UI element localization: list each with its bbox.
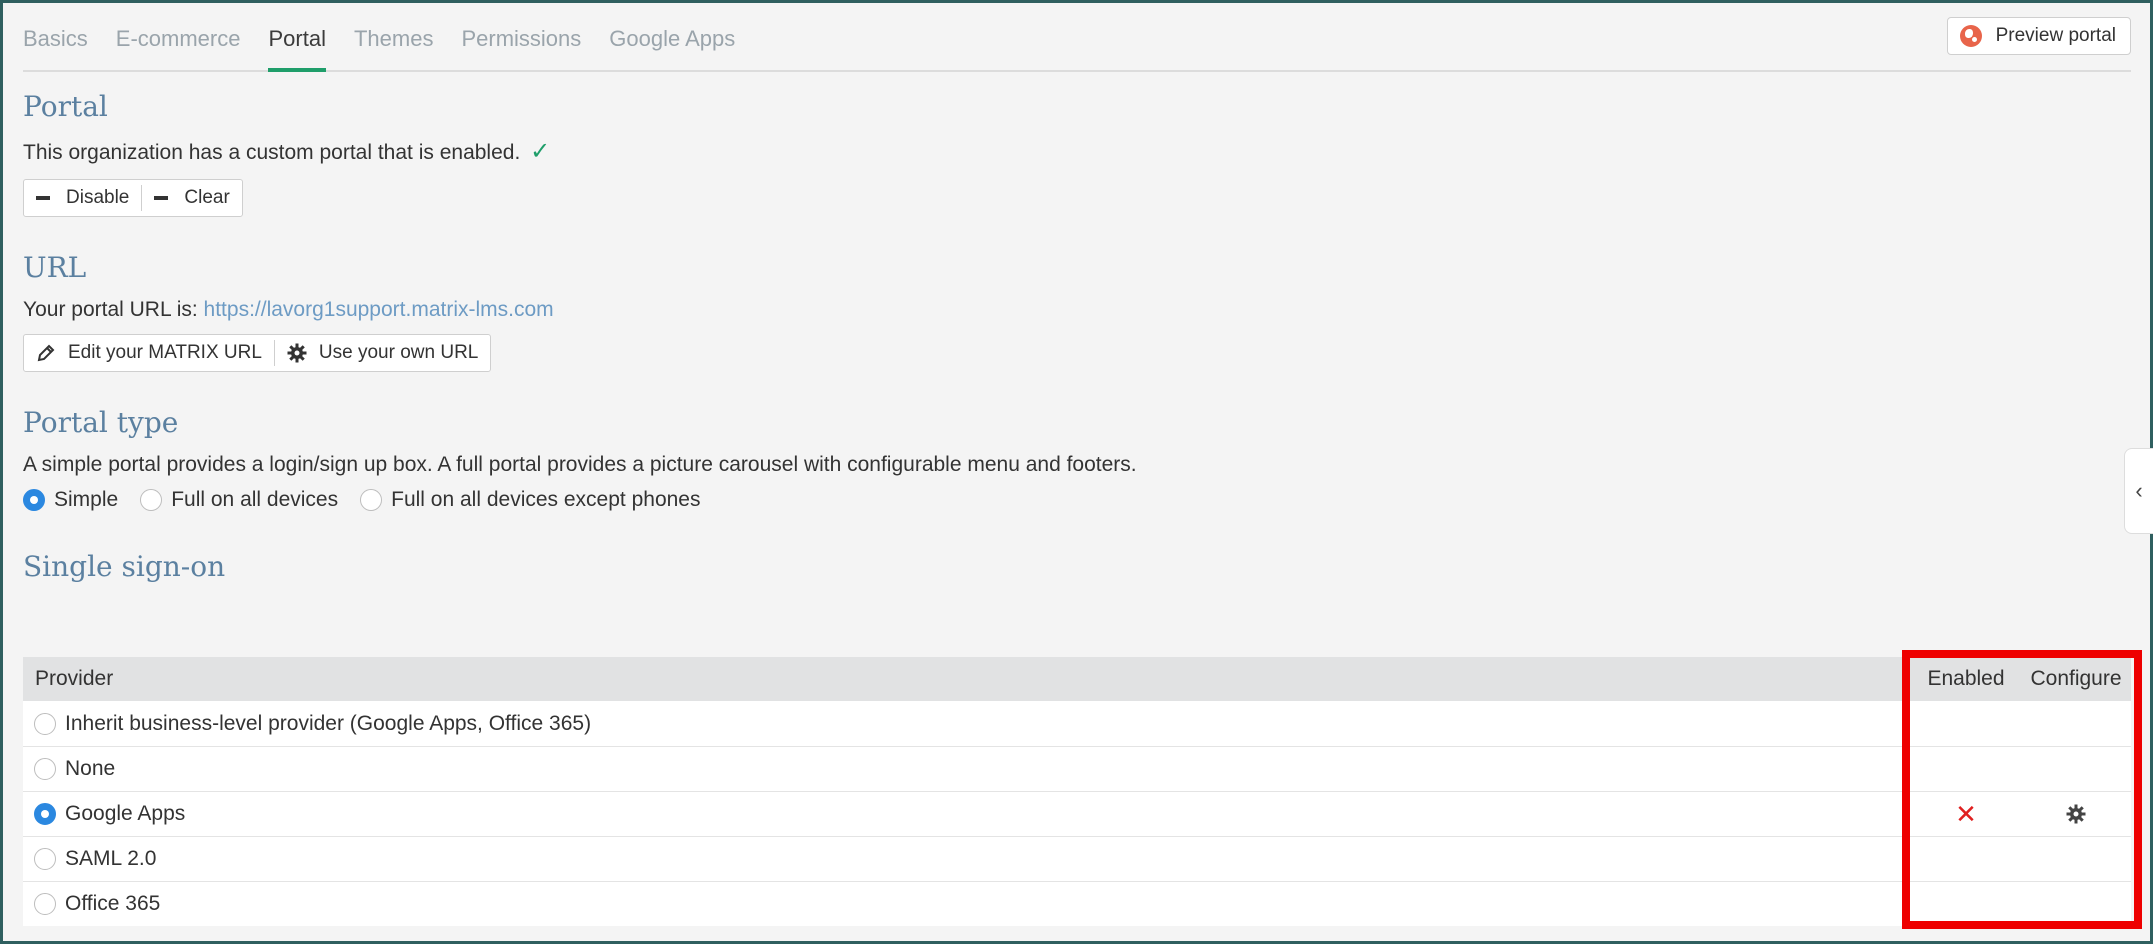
portal-type-description: A simple portal provides a login/sign up… — [23, 453, 1137, 476]
portal-type-full-except-phones[interactable]: Full on all devices except phones — [360, 488, 700, 512]
option-label: Simple — [54, 488, 119, 511]
provider-name: Inherit business-level provider (Google … — [65, 711, 592, 735]
portal-settings: Portal This organization has a custom po… — [23, 90, 2131, 583]
chevron-left-icon: ‹ — [2135, 478, 2143, 503]
tab-portal[interactable]: Portal — [268, 26, 327, 72]
radio-selected[interactable] — [23, 489, 45, 511]
disable-button[interactable]: Disable — [24, 180, 141, 216]
sso-table-header: Provider Enabled Configure — [23, 657, 2131, 701]
preview-portal-label: Preview portal — [1995, 25, 2116, 46]
clear-button[interactable]: Clear — [142, 180, 241, 216]
clear-label: Clear — [184, 187, 230, 208]
portal-url-line: Your portal URL is: https://lavorg1suppo… — [23, 298, 2131, 322]
provider-radio[interactable] — [34, 712, 56, 735]
provider-name: SAML 2.0 — [65, 847, 157, 870]
url-actions: Edit your MATRIX URL Use your own URL — [23, 334, 492, 372]
edit-matrix-url-label: Edit your MATRIX URL — [68, 342, 262, 363]
radio[interactable] — [140, 489, 163, 511]
portal-status-text: This organization has a custom portal th… — [23, 141, 521, 164]
portal-heading: Portal — [23, 90, 108, 123]
portal-type-options: Simple Full on all devices Full on all d… — [23, 488, 2131, 512]
provider-radio[interactable] — [34, 758, 56, 780]
portal-status: This organization has a custom portal th… — [23, 137, 2131, 166]
portal-actions: Disable Clear — [23, 179, 243, 217]
portal-type-full[interactable]: Full on all devices — [140, 488, 338, 512]
check-icon: ✓ — [530, 138, 551, 165]
table-row: Google Apps ✕ — [23, 791, 2131, 836]
provider-radio[interactable] — [34, 848, 56, 870]
edit-matrix-url-button[interactable]: Edit your MATRIX URL — [24, 335, 274, 371]
portal-url-prefix: Your portal URL is: — [23, 298, 198, 321]
tab-themes[interactable]: Themes — [354, 26, 433, 70]
pencil-icon — [37, 344, 55, 362]
provider-name: Google Apps — [65, 802, 186, 825]
table-row: None — [23, 746, 2131, 791]
use-own-url-label: Use your own URL — [318, 342, 479, 363]
gear-icon — [287, 343, 307, 363]
column-provider: Provider — [35, 667, 114, 690]
table-row: SAML 2.0 — [23, 836, 2131, 881]
url-heading: URL — [23, 251, 87, 284]
tab-ecommerce[interactable]: E-commerce — [116, 26, 241, 70]
portal-type-simple[interactable]: Simple — [23, 488, 118, 512]
minus-icon — [36, 196, 50, 200]
globe-icon — [1959, 25, 1982, 47]
highlight-box — [1902, 650, 2142, 929]
sso-rows: Inherit business-level provider (Google … — [23, 701, 2131, 926]
minus-icon — [154, 196, 169, 200]
provider-name: Office 365 — [65, 892, 161, 915]
option-label: Full on all devices except phones — [391, 488, 701, 511]
portal-type-heading: Portal type — [23, 406, 179, 439]
use-own-url-button[interactable]: Use your own URL — [275, 335, 490, 371]
sso-table: Provider Enabled Configure Inherit busin… — [23, 657, 2131, 926]
settings-tabs: Basics E-commerce Portal Themes Permissi… — [23, 0, 2131, 72]
table-row: Inherit business-level provider (Google … — [23, 701, 2131, 746]
tab-basics[interactable]: Basics — [23, 26, 88, 70]
provider-name: None — [65, 757, 116, 780]
tab-google-apps[interactable]: Google Apps — [609, 26, 735, 70]
provider-radio[interactable] — [34, 803, 56, 825]
provider-radio[interactable] — [34, 893, 56, 915]
option-label: Full on all devices — [171, 488, 339, 511]
preview-portal-button[interactable]: Preview portal — [1946, 17, 2131, 55]
sso-heading: Single sign-on — [23, 550, 226, 583]
radio[interactable] — [360, 489, 383, 511]
tab-permissions[interactable]: Permissions — [461, 26, 581, 70]
table-row: Office 365 — [23, 881, 2131, 926]
side-panel-toggle[interactable]: ‹ — [2124, 448, 2153, 534]
portal-url-link[interactable]: https://lavorg1support.matrix-lms.com — [204, 298, 554, 321]
disable-label: Disable — [66, 187, 130, 208]
